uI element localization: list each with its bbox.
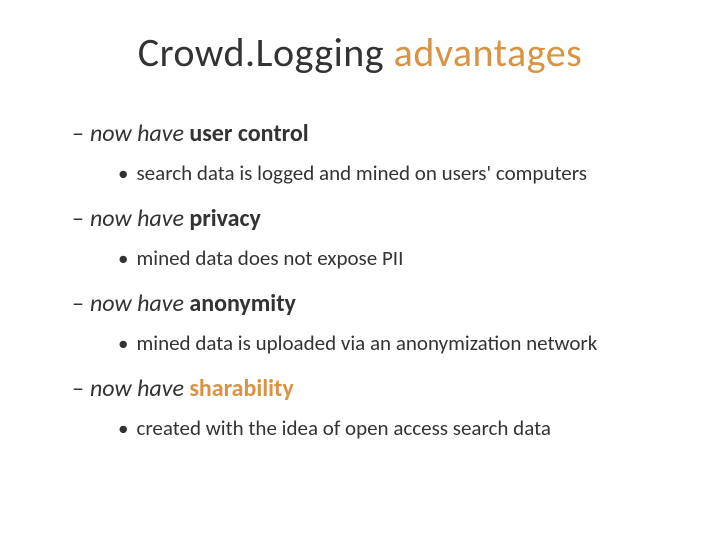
item-keyword: sharability xyxy=(189,374,293,403)
dash-icon: – xyxy=(72,119,84,148)
sub-item-text: mined data is uploaded via an anonymizat… xyxy=(136,330,597,356)
item-keyword: user control xyxy=(189,119,308,148)
title-part3: advantages xyxy=(384,28,582,77)
dash-icon: – xyxy=(72,204,84,233)
sub-item: • mined data is uploaded via an anonymiza… xyxy=(118,330,670,356)
sub-item-text: mined data does not expose PII xyxy=(136,245,403,271)
list-item: –now have sharability • created with the i… xyxy=(50,374,670,441)
list-item: –now have anonymity • mined data is upload… xyxy=(50,289,670,356)
item-prefix: now have xyxy=(90,204,189,233)
dash-icon: – xyxy=(72,289,84,318)
dash-icon: – xyxy=(72,374,84,403)
items-list: –now have user control•search data is lo… xyxy=(50,119,670,441)
sub-item-text: search data is logged and mined on users… xyxy=(136,160,586,186)
list-item: –now have user control • search data is lo… xyxy=(50,119,670,186)
item-header: –now have sharability xyxy=(72,374,670,403)
slide-title: Crowd.Logging advantages xyxy=(80,28,640,77)
item-prefix: now have xyxy=(90,289,189,318)
item-prefix: now have xyxy=(90,119,189,148)
sub-item: • search data is logged and mined on user… xyxy=(118,160,670,186)
sub-item: • mined data does not expose PII xyxy=(118,245,670,271)
list-item: –now have privacy • mined data does not ex… xyxy=(50,204,670,271)
title-part1: Crowd. xyxy=(138,28,256,77)
sub-item-text: created with the idea of open access sea… xyxy=(136,415,550,441)
bullet-icon: • xyxy=(118,160,128,186)
bullet-icon: • xyxy=(118,415,128,441)
item-header: –now have privacy xyxy=(72,204,670,233)
item-keyword: privacy xyxy=(189,204,261,233)
bullet-icon: • xyxy=(118,330,128,356)
item-keyword: anonymity xyxy=(189,289,296,318)
item-header: –now have user control xyxy=(72,119,670,148)
item-header: –now have anonymity xyxy=(72,289,670,318)
sub-item: • created with the idea of open access se… xyxy=(118,415,670,441)
item-prefix: now have xyxy=(90,374,189,403)
title-part2: Logging xyxy=(256,28,384,77)
bullet-icon: • xyxy=(118,245,128,271)
